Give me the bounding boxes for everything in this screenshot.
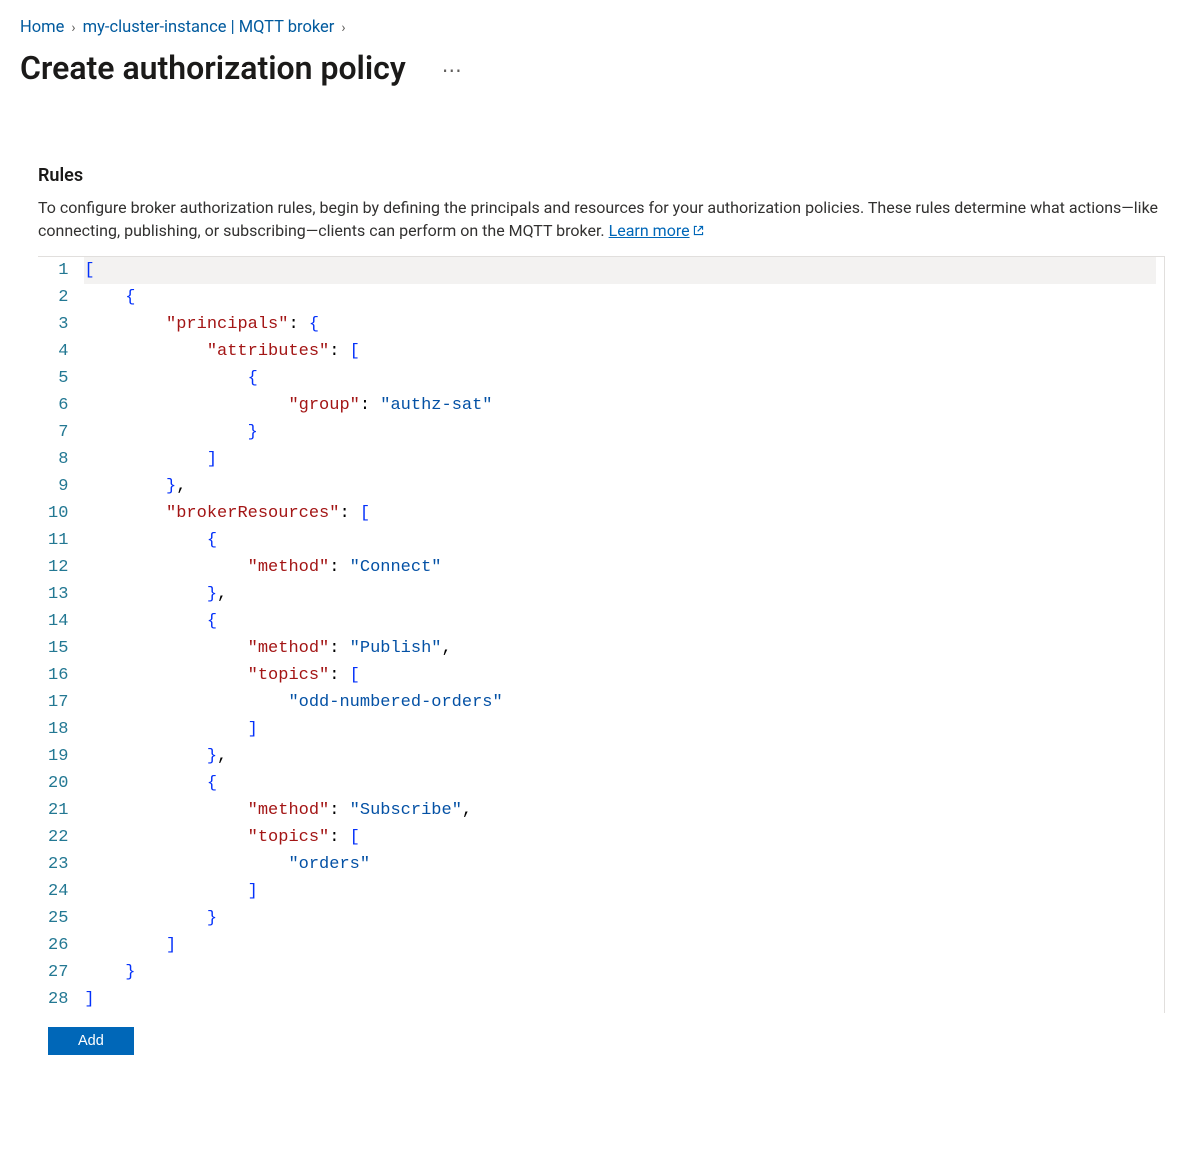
rules-heading: Rules xyxy=(38,165,1165,186)
line-number-gutter: 1234567891011121314151617181920212223242… xyxy=(38,257,84,1013)
page-title: Create authorization policy xyxy=(20,49,406,87)
breadcrumb-cluster[interactable]: my-cluster-instance | MQTT broker xyxy=(83,18,335,37)
breadcrumb: Home › my-cluster-instance | MQTT broker… xyxy=(20,18,1165,37)
breadcrumb-home[interactable]: Home xyxy=(20,18,64,37)
json-code-editor[interactable]: 1234567891011121314151617181920212223242… xyxy=(38,256,1165,1013)
code-content[interactable]: [ { "principals": { "attributes": [ { "g… xyxy=(84,257,1164,1013)
rules-description: To configure broker authorization rules,… xyxy=(38,196,1165,242)
learn-more-link[interactable]: Learn more xyxy=(609,221,705,240)
chevron-right-icon: › xyxy=(71,20,75,36)
external-link-icon xyxy=(692,224,705,237)
chevron-right-icon: › xyxy=(341,20,345,36)
add-button[interactable]: Add xyxy=(48,1027,134,1055)
more-actions-button[interactable]: ⋯ xyxy=(436,56,469,84)
